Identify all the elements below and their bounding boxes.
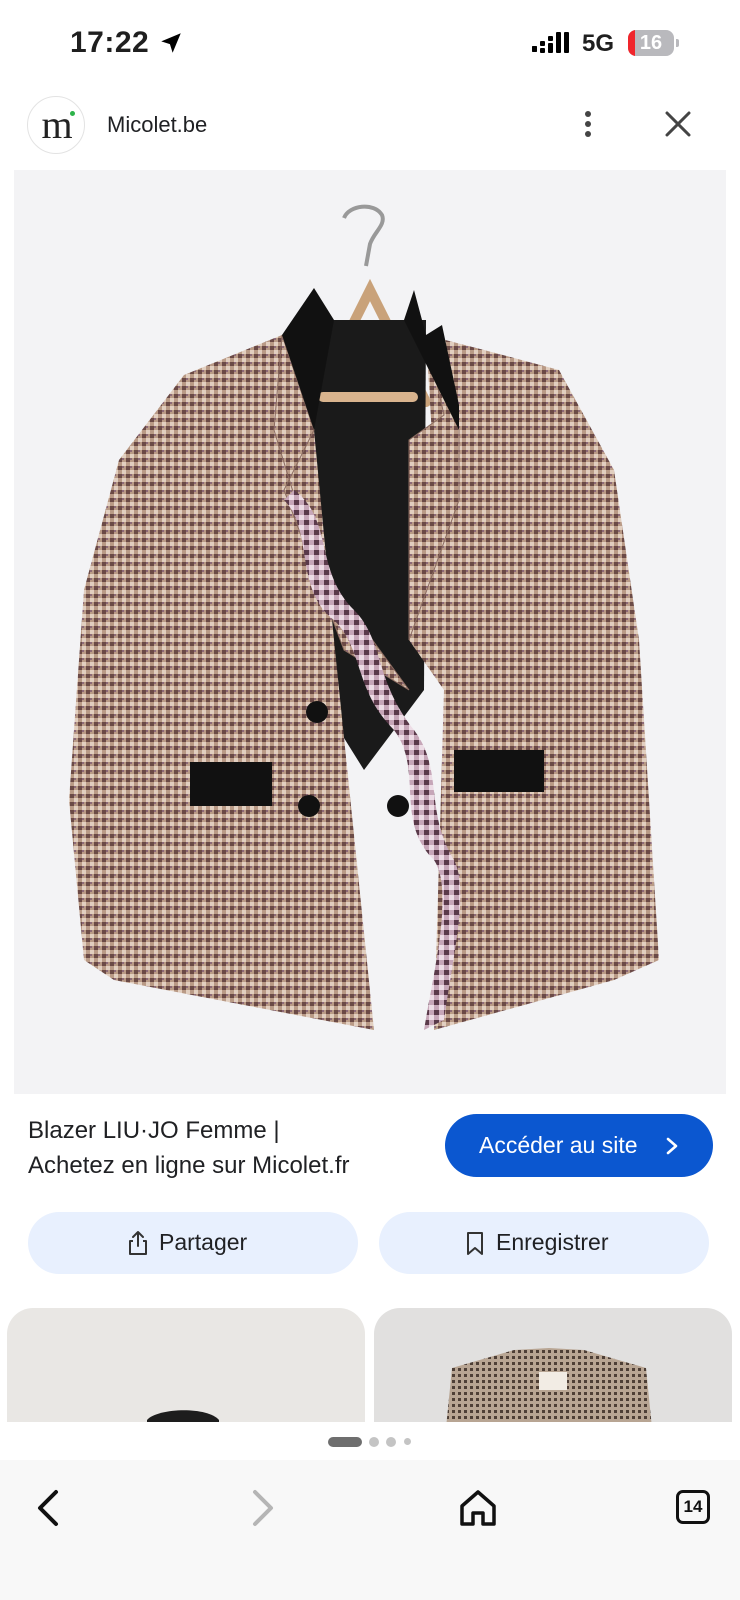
result-title[interactable]: Blazer LIU·JO Femme | Achetez en ligne s… — [28, 1113, 428, 1183]
close-icon[interactable] — [660, 106, 696, 142]
result-title-line-2: Achetez en ligne sur Micolet.fr — [28, 1152, 350, 1179]
page-dot[interactable] — [369, 1437, 379, 1447]
signal-bars-icon — [532, 32, 569, 53]
site-logo[interactable]: m — [27, 96, 85, 154]
battery-icon: 16 — [628, 30, 679, 56]
visit-site-label: Accéder au site — [479, 1132, 638, 1158]
browser-bottom-nav: 14 — [0, 1460, 740, 1600]
forward-arrow-icon[interactable] — [235, 1480, 291, 1536]
back-arrow-icon[interactable] — [20, 1480, 76, 1536]
bookmark-icon — [467, 1232, 483, 1255]
page-dot[interactable] — [386, 1437, 396, 1447]
result-title-line-1: Blazer LIU·JO Femme | — [28, 1117, 280, 1144]
status-bar: 17:22 5G 16 — [0, 0, 740, 90]
location-arrow-icon — [161, 33, 181, 53]
related-results — [0, 1308, 740, 1422]
save-button[interactable]: Enregistrer — [379, 1212, 709, 1274]
status-time: 17:22 — [70, 26, 150, 59]
page-dot[interactable] — [404, 1438, 411, 1445]
related-image — [446, 1348, 652, 1422]
visit-site-button[interactable]: Accéder au site — [445, 1114, 713, 1177]
save-label: Enregistrer — [496, 1229, 609, 1255]
page-dot-active[interactable] — [328, 1437, 362, 1447]
site-name[interactable]: Micolet.be — [107, 112, 207, 138]
share-icon — [129, 1231, 147, 1255]
tabs-count: 14 — [683, 1497, 703, 1516]
logo-dot — [70, 111, 75, 116]
viewer-header: m Micolet.be — [0, 90, 740, 170]
related-image — [147, 1410, 219, 1422]
chevron-right-icon — [666, 1137, 678, 1155]
site-logo-letter: m — [41, 102, 73, 147]
related-card[interactable] — [7, 1308, 365, 1422]
home-icon[interactable] — [450, 1480, 506, 1536]
related-card[interactable] — [374, 1308, 732, 1422]
blazer-illustration — [69, 204, 659, 1030]
battery-level: 16 — [639, 32, 663, 54]
share-label: Partager — [159, 1229, 248, 1255]
product-image[interactable] — [14, 170, 726, 1094]
tabs-icon[interactable]: 14 — [676, 1490, 710, 1524]
share-button[interactable]: Partager — [28, 1212, 358, 1274]
network-label: 5G — [582, 30, 615, 57]
more-vertical-icon[interactable] — [570, 106, 606, 142]
pagination-dots — [0, 1432, 740, 1452]
